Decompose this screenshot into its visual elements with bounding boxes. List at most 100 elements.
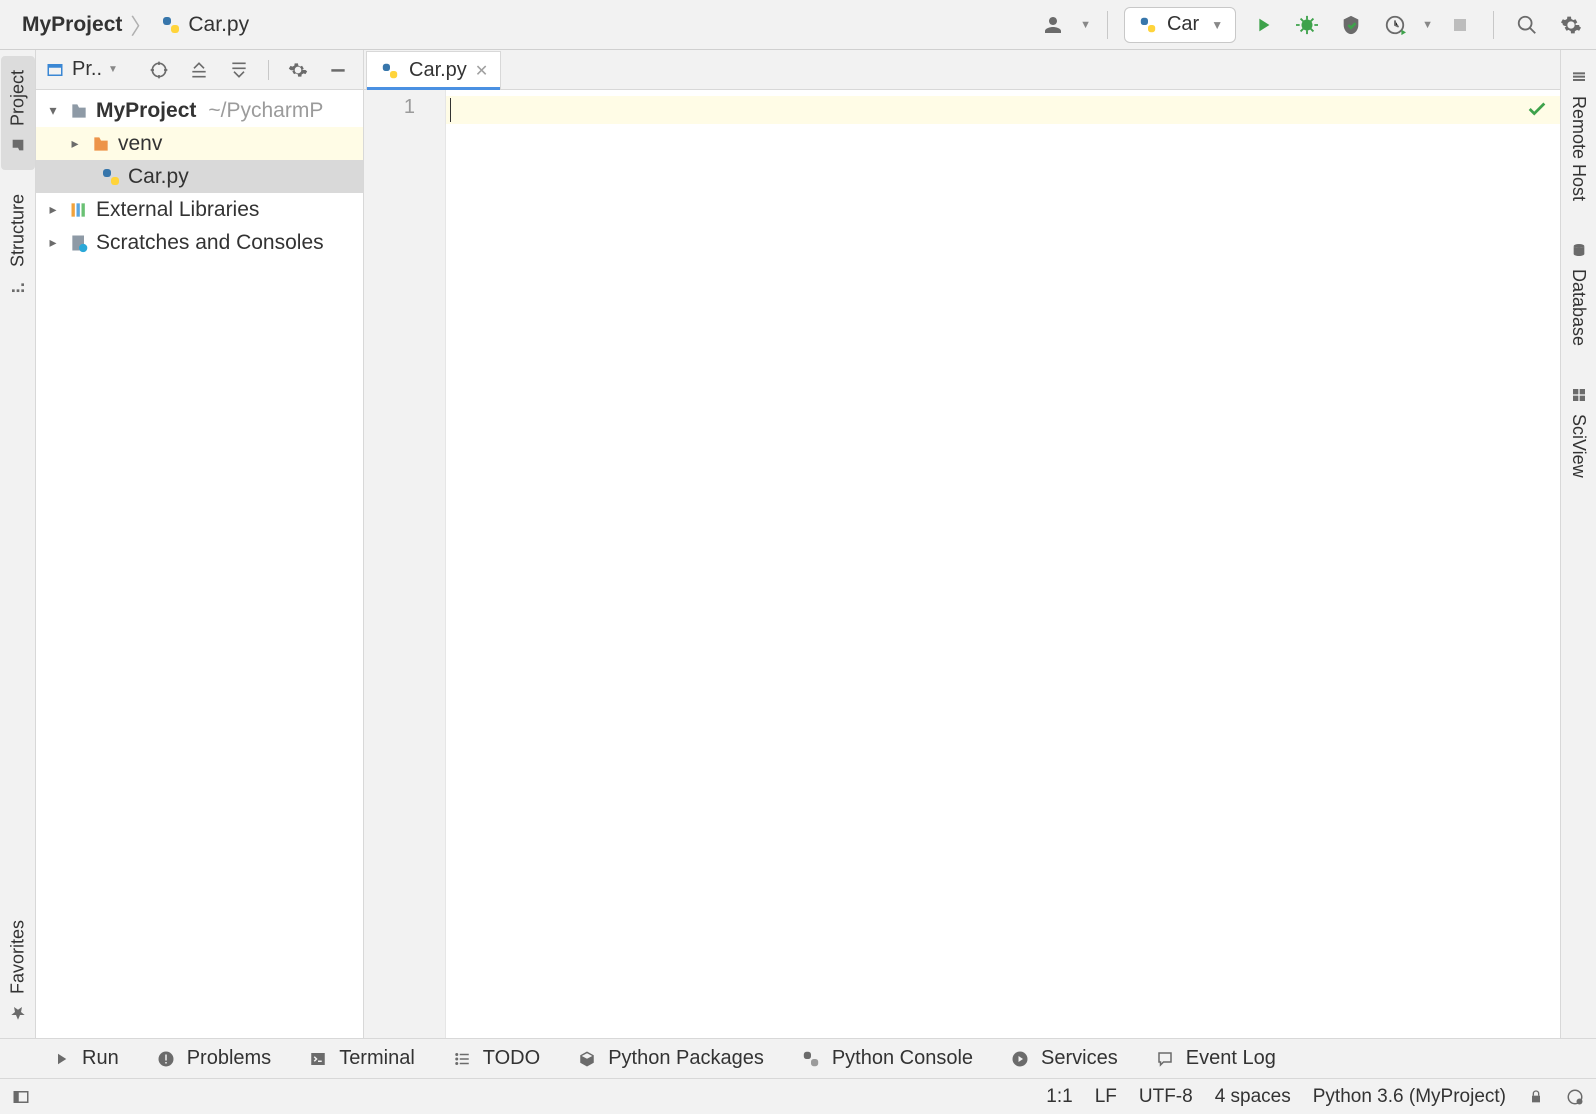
- toolbar-divider: [1493, 11, 1494, 39]
- tool-window-problems[interactable]: Problems: [155, 1047, 271, 1070]
- status-lock-icon[interactable]: [1528, 1089, 1544, 1105]
- scratches-icon: [68, 232, 90, 254]
- project-panel-header: Pr.. ▼: [36, 50, 363, 90]
- tree-external-libraries[interactable]: ▸ External Libraries: [36, 193, 363, 226]
- expand-all-button[interactable]: [182, 53, 216, 87]
- warning-icon: [155, 1048, 177, 1070]
- breadcrumb-file-label: Car.py: [188, 13, 249, 37]
- chat-icon: [1154, 1048, 1176, 1070]
- tool-window-database[interactable]: Database: [1562, 229, 1596, 356]
- locate-button[interactable]: [142, 53, 176, 87]
- chevron-right-icon[interactable]: ▸: [66, 135, 84, 152]
- python-file-icon: [160, 14, 182, 36]
- tool-window-run[interactable]: Run: [50, 1047, 119, 1070]
- dropdown-caret-icon: ▼: [1211, 18, 1223, 32]
- hide-panel-button[interactable]: [321, 53, 355, 87]
- toolbar-divider: [1107, 11, 1108, 39]
- breadcrumb-project[interactable]: MyProject: [22, 13, 122, 37]
- python-file-icon: [379, 60, 401, 82]
- tool-label: Project: [7, 70, 28, 126]
- right-tool-strip: Remote Host Database SciView: [1560, 50, 1596, 1038]
- status-bar: 1:1 LF UTF-8 4 spaces Python 3.6 (MyProj…: [0, 1078, 1596, 1114]
- folder-excluded-icon: [90, 133, 112, 155]
- tool-label: Favorites: [7, 920, 28, 994]
- tool-window-project[interactable]: Project: [1, 56, 35, 170]
- project-tree: ▾ MyProject ~/PycharmP ▸ venv Car.py ▸ E…: [36, 90, 363, 1038]
- project-panel-title[interactable]: Pr.. ▼: [44, 58, 118, 81]
- status-line-separator[interactable]: LF: [1095, 1086, 1117, 1108]
- breadcrumb: MyProject 〉 Car.py: [8, 9, 249, 41]
- tool-window-terminal[interactable]: Terminal: [307, 1047, 415, 1070]
- code-text-area[interactable]: [446, 90, 1560, 1038]
- line-number-gutter: 1: [364, 90, 446, 1038]
- dropdown-caret-icon: ▼: [108, 64, 118, 75]
- tree-project-root[interactable]: ▾ MyProject ~/PycharmP: [36, 94, 363, 127]
- tree-label: MyProject: [96, 99, 196, 123]
- run-configuration-selector[interactable]: Car ▼: [1124, 7, 1236, 43]
- collapse-all-button[interactable]: [222, 53, 256, 87]
- left-tool-strip: Project Structure Favorites: [0, 50, 36, 1038]
- tool-label: Database: [1568, 269, 1589, 346]
- profile-button[interactable]: [1378, 8, 1412, 42]
- tool-window-remote-host[interactable]: Remote Host: [1562, 56, 1596, 211]
- editor-body: 1: [364, 90, 1560, 1038]
- packages-icon: [576, 1048, 598, 1070]
- tool-label: SciView: [1568, 414, 1589, 478]
- status-caret-position[interactable]: 1:1: [1046, 1086, 1072, 1108]
- close-icon[interactable]: ✕: [475, 61, 488, 81]
- user-icon[interactable]: [1036, 8, 1070, 42]
- panel-settings-button[interactable]: [281, 53, 315, 87]
- status-interpreter[interactable]: Python 3.6 (MyProject): [1313, 1086, 1506, 1108]
- dropdown-caret-icon[interactable]: ▼: [1422, 19, 1433, 31]
- database-icon: [1568, 239, 1590, 261]
- tool-window-favorites[interactable]: Favorites: [1, 906, 35, 1038]
- tree-label: External Libraries: [96, 198, 259, 222]
- remote-icon: [1568, 66, 1590, 88]
- tree-label: venv: [118, 132, 162, 156]
- debug-button[interactable]: [1290, 8, 1324, 42]
- services-icon: [1009, 1048, 1031, 1070]
- python-file-icon: [100, 166, 122, 188]
- coverage-button[interactable]: [1334, 8, 1368, 42]
- breadcrumb-file[interactable]: Car.py: [160, 13, 249, 37]
- inspection-ok-icon[interactable]: [1526, 98, 1548, 126]
- folder-icon: [68, 100, 90, 122]
- tool-window-sciview[interactable]: SciView: [1562, 374, 1596, 488]
- status-ide-settings-icon[interactable]: [1566, 1088, 1584, 1106]
- tool-window-python-console[interactable]: Python Console: [800, 1047, 973, 1070]
- tool-window-todo[interactable]: TODO: [451, 1047, 540, 1070]
- tree-file-car[interactable]: Car.py: [36, 160, 363, 193]
- libraries-icon: [68, 199, 90, 221]
- star-icon: [7, 1002, 29, 1024]
- status-indent[interactable]: 4 spaces: [1215, 1086, 1291, 1108]
- python-icon: [800, 1048, 822, 1070]
- status-encoding[interactable]: UTF-8: [1139, 1086, 1193, 1108]
- chevron-down-icon[interactable]: ▾: [44, 102, 62, 119]
- project-panel: Pr.. ▼ ▾ MyProject ~/PycharmP ▸ venv: [36, 50, 364, 1038]
- settings-button[interactable]: [1554, 8, 1588, 42]
- tab-label: Car.py: [409, 59, 467, 82]
- python-icon: [1137, 14, 1159, 36]
- tool-window-python-packages[interactable]: Python Packages: [576, 1047, 764, 1070]
- text-cursor: [450, 98, 451, 122]
- list-icon: [451, 1048, 473, 1070]
- editor-tab-car[interactable]: Car.py ✕: [366, 51, 501, 89]
- search-button[interactable]: [1510, 8, 1544, 42]
- chevron-right-icon[interactable]: ▸: [44, 201, 62, 218]
- tree-label: Car.py: [128, 165, 189, 189]
- run-config-label: Car: [1167, 13, 1199, 36]
- terminal-icon: [307, 1048, 329, 1070]
- stop-button[interactable]: [1443, 8, 1477, 42]
- tool-label: Remote Host: [1568, 96, 1589, 201]
- run-button[interactable]: [1246, 8, 1280, 42]
- tree-venv[interactable]: ▸ venv: [36, 127, 363, 160]
- editor-area: Car.py ✕ 1: [364, 50, 1560, 1038]
- tree-scratches[interactable]: ▸ Scratches and Consoles: [36, 226, 363, 259]
- dropdown-caret-icon[interactable]: ▼: [1080, 19, 1091, 31]
- tool-window-event-log[interactable]: Event Log: [1154, 1047, 1276, 1070]
- chevron-right-icon[interactable]: ▸: [44, 234, 62, 251]
- tool-windows-toggle[interactable]: [12, 1088, 30, 1106]
- main-area: Project Structure Favorites Pr.. ▼: [0, 50, 1596, 1038]
- tool-window-services[interactable]: Services: [1009, 1047, 1118, 1070]
- tool-window-structure[interactable]: Structure: [1, 180, 35, 311]
